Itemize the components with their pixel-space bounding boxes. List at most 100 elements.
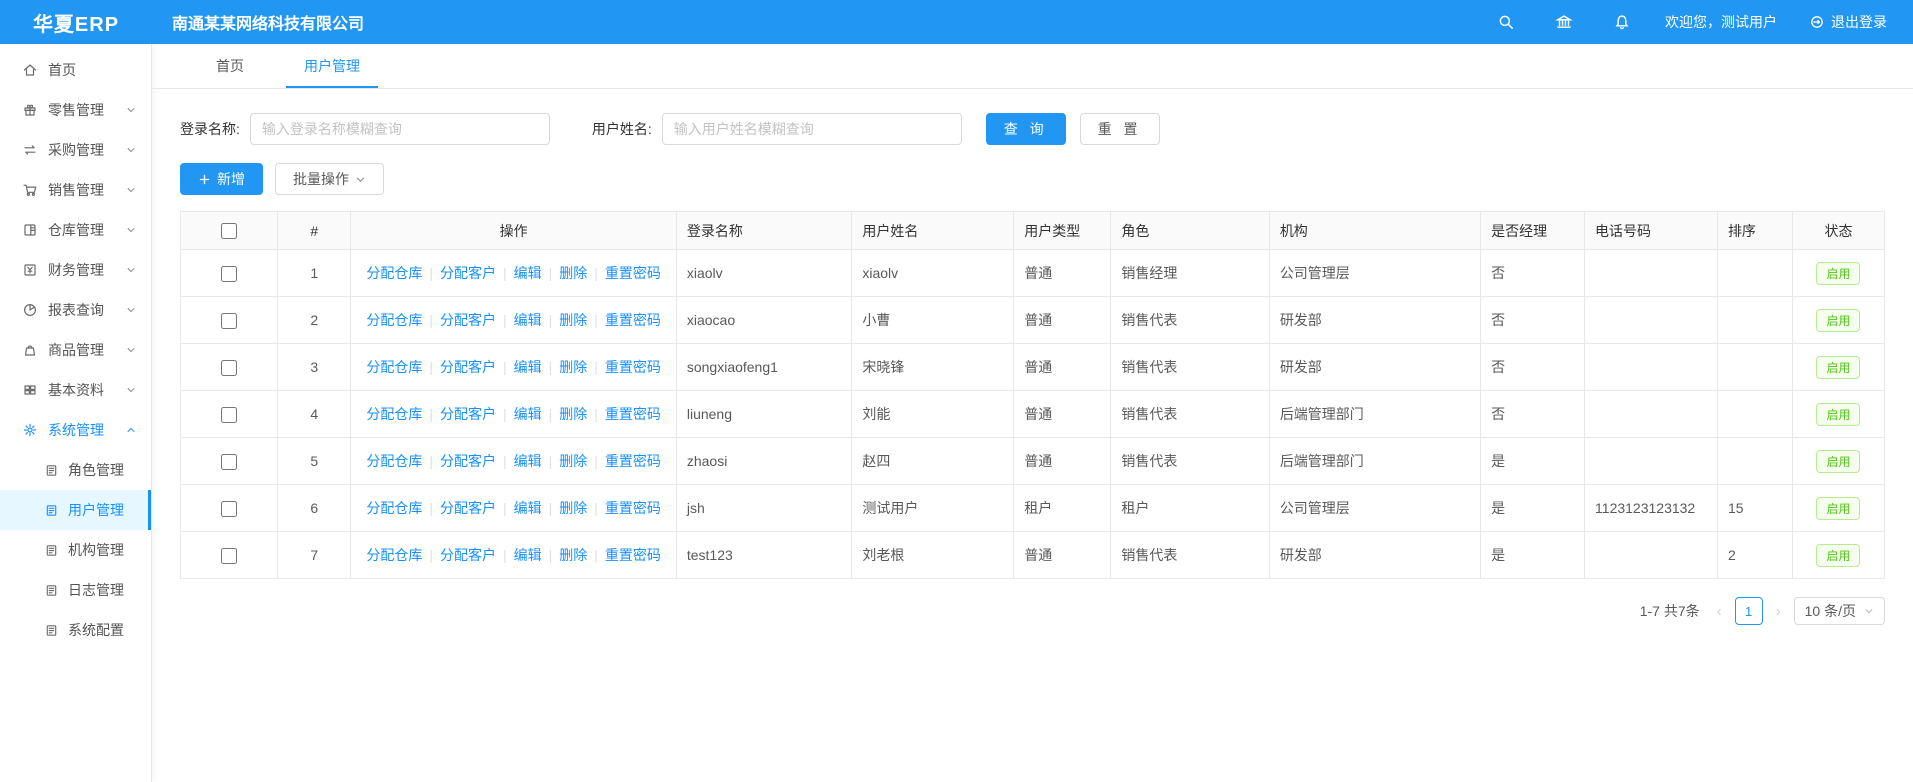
next-page-button[interactable]: › — [1773, 603, 1784, 620]
action-link[interactable]: 分配客户 — [440, 312, 496, 328]
action-link[interactable]: 编辑 — [514, 500, 542, 516]
sidebar-subitem-org[interactable]: 机构管理 — [0, 530, 151, 570]
prev-page-button[interactable]: ‹ — [1714, 603, 1725, 620]
action-link[interactable]: 编辑 — [514, 406, 542, 422]
status-badge[interactable]: 启用 — [1816, 450, 1860, 473]
status-badge[interactable]: 启用 — [1816, 356, 1860, 379]
status-badge[interactable]: 启用 — [1816, 497, 1860, 520]
tab-home[interactable]: 首页 — [198, 44, 262, 88]
action-link[interactable]: 编辑 — [514, 312, 542, 328]
sidebar-item-label: 系统管理 — [48, 420, 125, 440]
user-name-label: 用户姓名: — [592, 119, 652, 139]
query-button[interactable]: 查 询 — [986, 113, 1066, 145]
row-checkbox[interactable] — [221, 360, 237, 376]
sidebar-item-basic[interactable]: 基本资料 — [0, 370, 151, 410]
cell-role: 销售代表 — [1111, 532, 1269, 579]
bell-icon[interactable] — [1613, 13, 1631, 31]
batch-operation-button[interactable]: 批量操作 — [275, 163, 384, 195]
sidebar-subitem-user[interactable]: 用户管理 — [0, 490, 151, 530]
action-link[interactable]: 编辑 — [514, 265, 542, 281]
sidebar-subitem-log[interactable]: 日志管理 — [0, 570, 151, 610]
action-link[interactable]: 重置密码 — [605, 500, 661, 516]
action-link[interactable]: 分配仓库 — [366, 500, 422, 516]
action-link[interactable]: 分配客户 — [440, 547, 496, 563]
sidebar-subitem-role[interactable]: 角色管理 — [0, 450, 151, 490]
action-link[interactable]: 编辑 — [514, 547, 542, 563]
action-link[interactable]: 分配客户 — [440, 406, 496, 422]
column-header: # — [278, 212, 351, 250]
action-link[interactable]: 分配仓库 — [366, 406, 422, 422]
action-link[interactable]: 重置密码 — [605, 359, 661, 375]
action-link[interactable]: 重置密码 — [605, 406, 661, 422]
action-link[interactable]: 重置密码 — [605, 453, 661, 469]
select-all-checkbox[interactable] — [221, 223, 237, 239]
sidebar-item-purchase[interactable]: 采购管理 — [0, 130, 151, 170]
action-link[interactable]: 分配仓库 — [366, 265, 422, 281]
status-badge[interactable]: 启用 — [1816, 403, 1860, 426]
sidebar-item-sales[interactable]: 销售管理 — [0, 170, 151, 210]
logout-button[interactable]: 退出登录 — [1809, 12, 1887, 32]
sidebar-item-warehouse[interactable]: 仓库管理 — [0, 210, 151, 250]
row-checkbox[interactable] — [221, 313, 237, 329]
sidebar-item-retail[interactable]: 零售管理 — [0, 90, 151, 130]
action-link[interactable]: 编辑 — [514, 453, 542, 469]
action-link[interactable]: 分配仓库 — [366, 547, 422, 563]
sidebar-subitem-config[interactable]: 系统配置 — [0, 610, 151, 650]
tab-user-management[interactable]: 用户管理 — [286, 44, 378, 88]
search-icon[interactable] — [1497, 13, 1515, 31]
status-badge[interactable]: 启用 — [1816, 309, 1860, 332]
sidebar-item-goods[interactable]: 商品管理 — [0, 330, 151, 370]
chevron-up-icon — [125, 424, 137, 436]
row-checkbox[interactable] — [221, 548, 237, 564]
action-link[interactable]: 删除 — [559, 312, 587, 328]
action-link[interactable]: 分配仓库 — [366, 359, 422, 375]
chevron-down-icon — [1864, 606, 1874, 616]
action-separator: | — [549, 265, 553, 281]
action-link[interactable]: 编辑 — [514, 359, 542, 375]
cell-index: 2 — [278, 297, 351, 344]
action-link[interactable]: 重置密码 — [605, 547, 661, 563]
action-separator: | — [503, 359, 507, 375]
action-link[interactable]: 删除 — [559, 359, 587, 375]
action-link[interactable]: 分配仓库 — [366, 312, 422, 328]
action-link[interactable]: 删除 — [559, 547, 587, 563]
user-name-input[interactable] — [662, 113, 962, 145]
action-link[interactable]: 分配客户 — [440, 359, 496, 375]
cell-user-type: 租户 — [1014, 485, 1111, 532]
bank-icon[interactable] — [1555, 13, 1573, 31]
current-page-button[interactable]: 1 — [1735, 597, 1763, 625]
reset-button[interactable]: 重 置 — [1080, 113, 1160, 145]
row-checkbox[interactable] — [221, 501, 237, 517]
sidebar-item-system[interactable]: 系统管理 — [0, 410, 151, 450]
home-icon — [22, 62, 38, 78]
action-link[interactable]: 重置密码 — [605, 312, 661, 328]
cell-user-name: 小曹 — [852, 297, 1014, 344]
action-link[interactable]: 删除 — [559, 500, 587, 516]
row-checkbox[interactable] — [221, 454, 237, 470]
row-checkbox[interactable] — [221, 266, 237, 282]
add-button[interactable]: 新增 — [180, 163, 263, 195]
app-logo[interactable]: 华夏ERP — [0, 8, 152, 37]
action-link[interactable]: 分配仓库 — [366, 453, 422, 469]
login-name-input[interactable] — [250, 113, 550, 145]
chevron-down-icon — [125, 104, 137, 116]
sidebar-item-home[interactable]: 首页 — [0, 50, 151, 90]
action-link[interactable]: 删除 — [559, 265, 587, 281]
action-link[interactable]: 分配客户 — [440, 265, 496, 281]
action-link[interactable]: 分配客户 — [440, 453, 496, 469]
page-size-select[interactable]: 10 条/页 — [1794, 597, 1885, 625]
chevron-down-icon — [125, 344, 137, 356]
column-header: 电话号码 — [1585, 212, 1718, 250]
cell-user-type: 普通 — [1014, 297, 1111, 344]
row-checkbox[interactable] — [221, 407, 237, 423]
action-link[interactable]: 分配客户 — [440, 500, 496, 516]
action-link[interactable]: 删除 — [559, 453, 587, 469]
cell-actions: 分配仓库|分配客户|编辑|删除|重置密码 — [351, 297, 676, 344]
sidebar-item-report[interactable]: 报表查询 — [0, 290, 151, 330]
sidebar-item-finance[interactable]: 财务管理 — [0, 250, 151, 290]
action-link[interactable]: 重置密码 — [605, 265, 661, 281]
status-badge[interactable]: 启用 — [1816, 262, 1860, 285]
welcome-user[interactable]: 欢迎您，测试用户 — [1665, 12, 1777, 32]
status-badge[interactable]: 启用 — [1816, 544, 1860, 567]
action-link[interactable]: 删除 — [559, 406, 587, 422]
